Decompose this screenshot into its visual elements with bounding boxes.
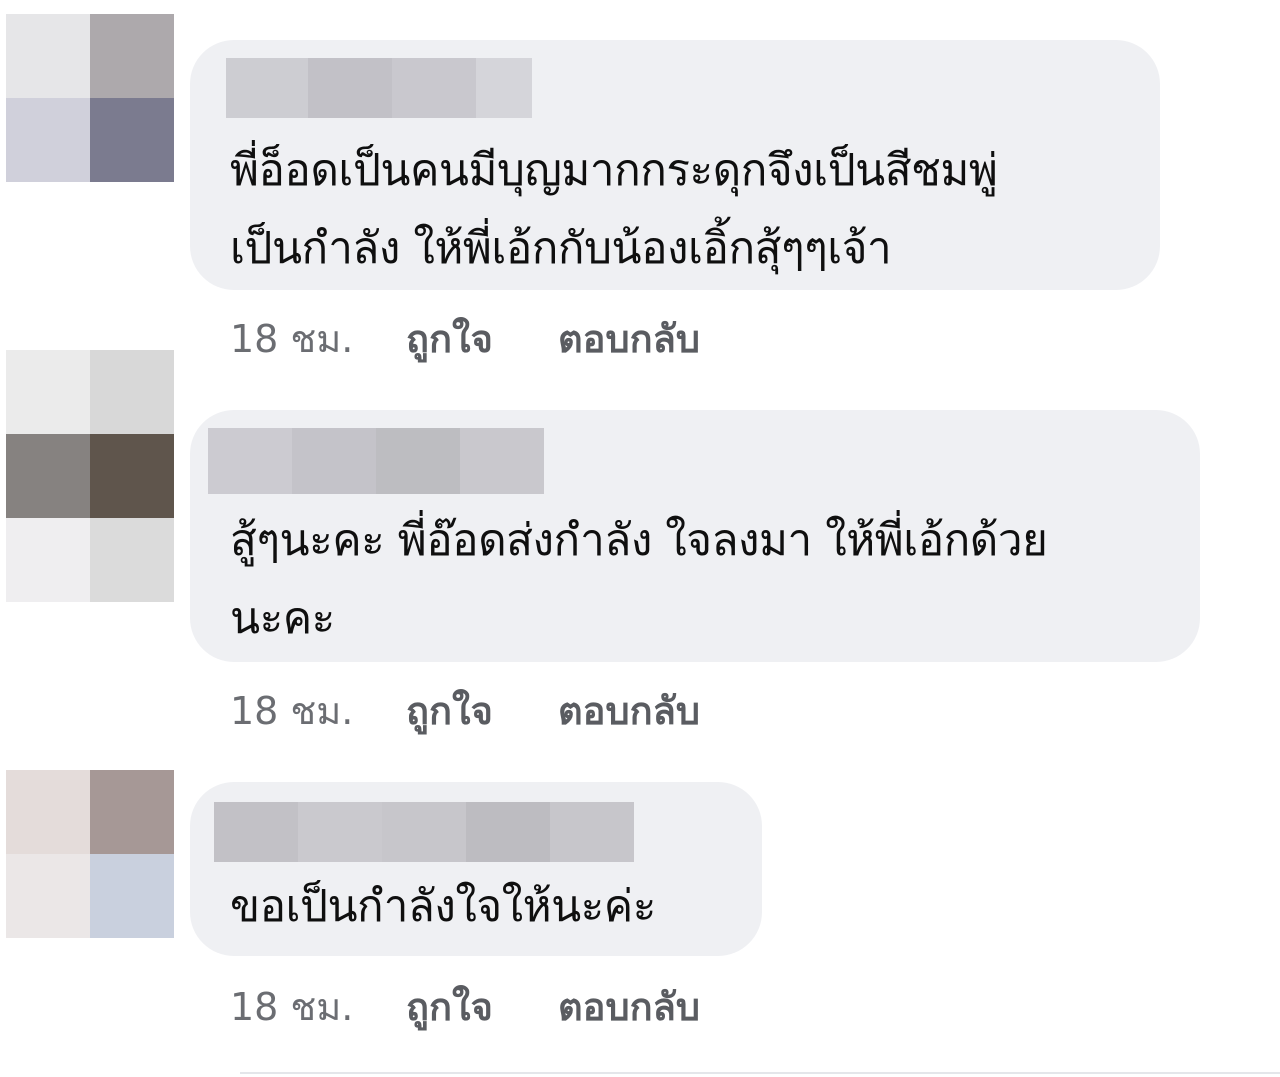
commenter-name-blurred[interactable] (214, 802, 634, 862)
avatar-pixel (90, 854, 174, 938)
avatar-pixel (90, 350, 174, 434)
comment-timestamp[interactable]: 18 ชม. (230, 308, 406, 369)
reply-button[interactable]: ตอบกลับ (558, 308, 700, 369)
comment-timestamp[interactable]: 18 ชม. (230, 680, 406, 741)
avatar[interactable] (6, 350, 174, 602)
avatar-pixel (6, 770, 90, 854)
avatar[interactable] (6, 770, 174, 938)
like-button[interactable]: ถูกใจ (406, 680, 558, 741)
avatar-pixel (6, 350, 90, 434)
avatar-pixel (6, 14, 90, 98)
comment-bubble: พี่อ็อดเป็นคนมีบุญมากกระดุกจึงเป็นสีชมพู… (190, 40, 1160, 290)
name-blur-block (382, 802, 466, 862)
comment-bubble: ขอเป็นกำลังใจให้นะค่ะ (190, 782, 762, 956)
commenter-name-blurred[interactable] (226, 58, 532, 118)
comment-actions: 18 ชม. ถูกใจ ตอบกลับ (230, 976, 700, 1037)
avatar[interactable] (6, 14, 174, 182)
avatar-pixel (90, 518, 174, 602)
avatar-pixel (6, 434, 90, 518)
name-blur-block (298, 802, 382, 862)
reply-button[interactable]: ตอบกลับ (558, 680, 700, 741)
avatar-pixel (6, 518, 90, 602)
comment-text: พี่อ็อดเป็นคนมีบุญมากกระดุกจึงเป็นสีชมพู… (230, 145, 998, 274)
name-blur-block (292, 428, 376, 494)
name-blur-block (308, 58, 392, 118)
name-blur-block (392, 58, 476, 118)
name-blur-block (208, 428, 292, 494)
section-divider (240, 1072, 1280, 1074)
commenter-name-blurred[interactable] (208, 428, 544, 494)
like-button[interactable]: ถูกใจ (406, 976, 558, 1037)
avatar-pixel (90, 434, 174, 518)
comment-actions: 18 ชม. ถูกใจ ตอบกลับ (230, 680, 700, 741)
name-blur-block (476, 58, 532, 118)
comment-timestamp[interactable]: 18 ชม. (230, 976, 406, 1037)
name-blur-block (460, 428, 544, 494)
avatar-pixel (90, 98, 174, 182)
name-blur-block (226, 58, 308, 118)
comment-text: ขอเป็นกำลังใจให้นะค่ะ (230, 881, 656, 932)
avatar-pixel (6, 98, 90, 182)
name-blur-block (214, 802, 298, 862)
comment-text: สู้ๆนะคะ พี่อ๊อดส่งกำลัง ใจลงมา ให้พี่เอ… (230, 515, 1048, 644)
name-blur-block (376, 428, 460, 494)
name-blur-block (466, 802, 550, 862)
reply-button[interactable]: ตอบกลับ (558, 976, 700, 1037)
avatar-pixel (90, 770, 174, 854)
name-blur-block (550, 802, 634, 862)
like-button[interactable]: ถูกใจ (406, 308, 558, 369)
comment-bubble: สู้ๆนะคะ พี่อ๊อดส่งกำลัง ใจลงมา ให้พี่เอ… (190, 410, 1200, 662)
avatar-pixel (90, 14, 174, 98)
avatar-pixel (6, 854, 90, 938)
comment-actions: 18 ชม. ถูกใจ ตอบกลับ (230, 308, 700, 369)
